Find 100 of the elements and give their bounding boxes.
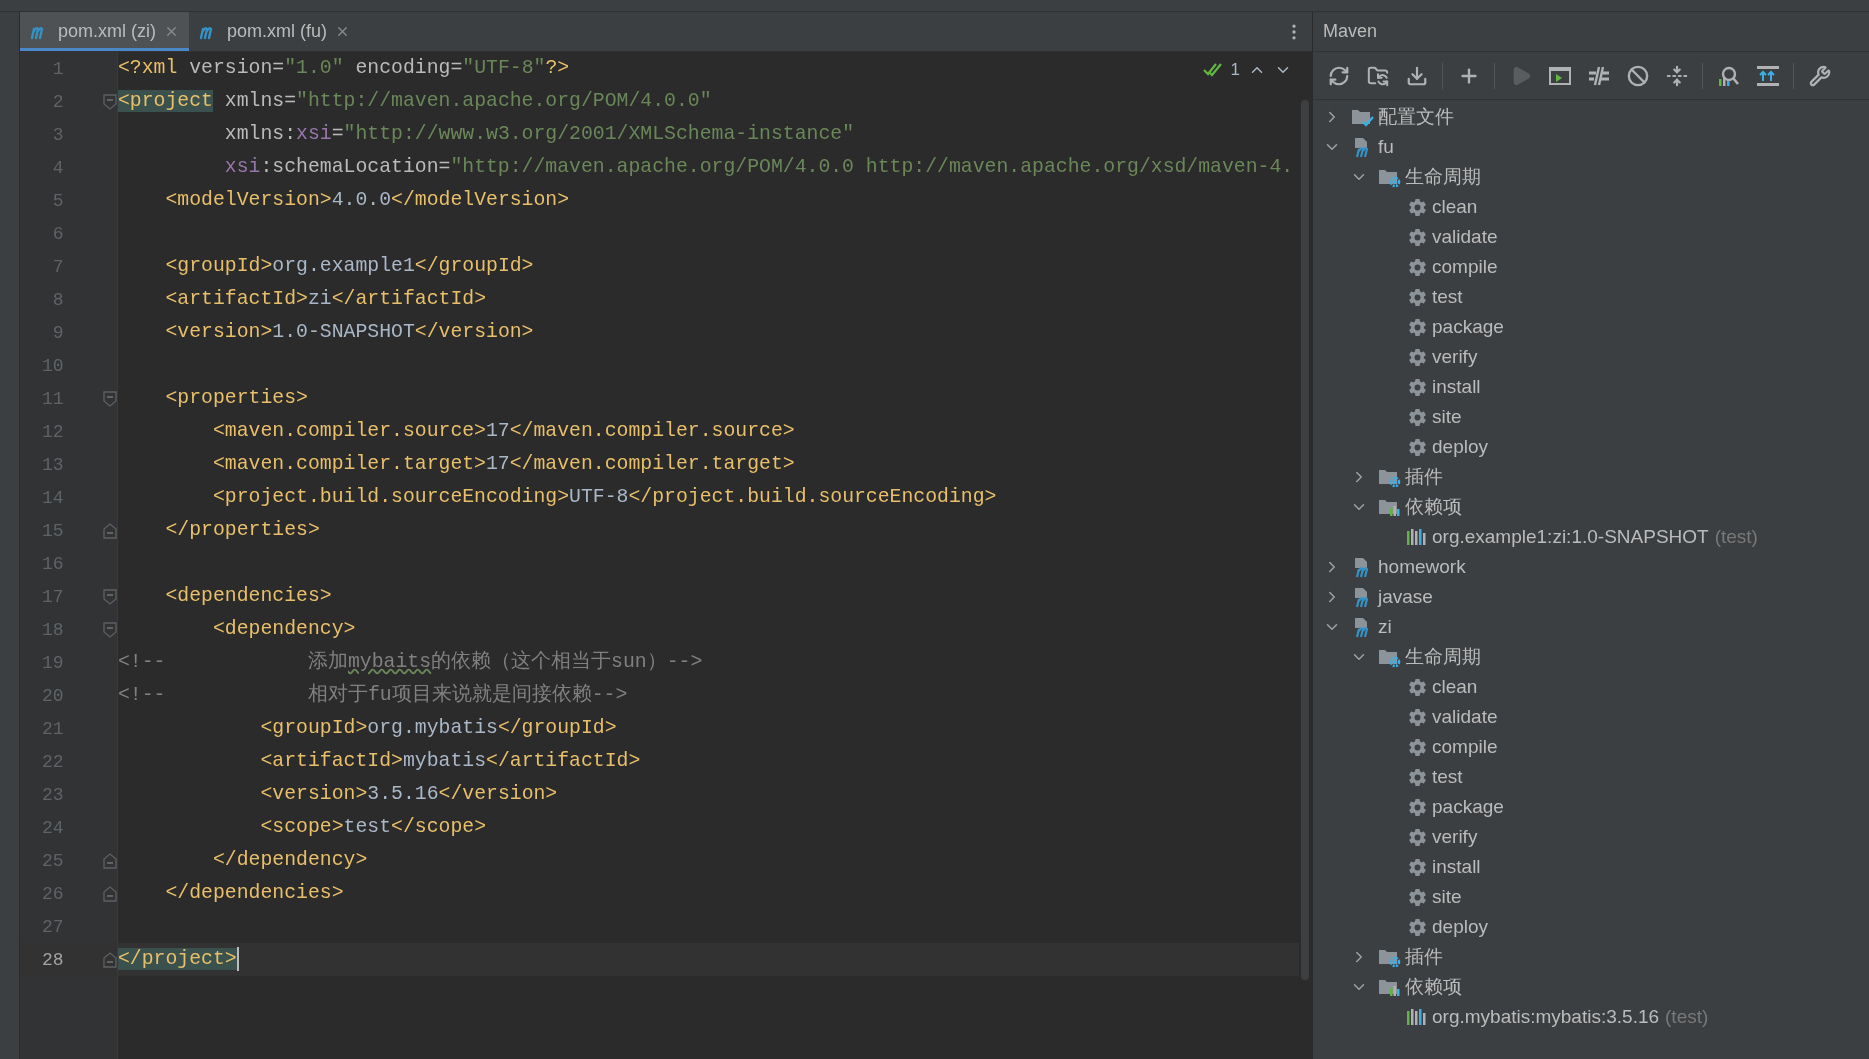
code-line: <!-- 添加mybaits的依赖（这个相当于sun）--> bbox=[118, 649, 703, 675]
code-line: xmlns:xsi="http://www.w3.org/2001/XMLSchema-instance" bbox=[223, 122, 854, 147]
gear-icon bbox=[1407, 767, 1427, 787]
tree-item[interactable]: compile bbox=[1313, 732, 1869, 762]
tree-item[interactable]: install bbox=[1313, 852, 1869, 882]
tree-item[interactable]: install bbox=[1313, 372, 1869, 402]
check-icon[interactable] bbox=[1202, 62, 1223, 78]
tree-item[interactable]: 依赖项 bbox=[1313, 492, 1869, 522]
code-line: <version>1.0-SNAPSHOT</version> bbox=[164, 320, 534, 345]
item-label: test bbox=[1432, 766, 1463, 788]
tree-item[interactable]: package bbox=[1313, 792, 1869, 822]
item-label: package bbox=[1432, 316, 1504, 338]
item-label: org.example1:zi:1.0-SNAPSHOT bbox=[1432, 526, 1709, 548]
item-label: clean bbox=[1432, 676, 1478, 698]
item-label: javase bbox=[1378, 586, 1433, 608]
item-label: 生命周期 bbox=[1405, 645, 1481, 669]
wrench-icon bbox=[1808, 64, 1831, 87]
tree-item[interactable]: test bbox=[1313, 762, 1869, 792]
bar-chart-icon bbox=[1406, 1008, 1428, 1026]
gear-icon bbox=[1407, 257, 1427, 277]
tree-item[interactable]: 插件 bbox=[1313, 942, 1869, 972]
item-label: validate bbox=[1432, 706, 1498, 728]
tree-item[interactable]: 配置文件 bbox=[1313, 102, 1869, 132]
refresh-icon bbox=[1327, 64, 1350, 87]
fold-icon[interactable] bbox=[103, 621, 117, 638]
gear-icon bbox=[1407, 437, 1427, 457]
tree-item[interactable]: org.example1:zi:1.0-SNAPSHOT (test) bbox=[1313, 522, 1869, 552]
tree-item[interactable]: verify bbox=[1313, 342, 1869, 372]
code-line: <modelVersion>4.0.0</modelVersion> bbox=[164, 188, 570, 213]
skip-tests-icon bbox=[1587, 65, 1610, 86]
scope-label: (test) bbox=[1665, 1006, 1709, 1028]
editor-tab[interactable]: pom.xml (zi) bbox=[20, 12, 189, 51]
gear-icon bbox=[1407, 317, 1427, 337]
item-label: 插件 bbox=[1405, 945, 1443, 969]
code-line: <maven.compiler.target>17</maven.compiler.target> bbox=[211, 452, 795, 477]
panel-title: Maven bbox=[1323, 21, 1378, 42]
code-line: <project.build.sourceEncoding>UTF-8</project.build.sourceEncoding> bbox=[211, 485, 997, 510]
tree-item[interactable]: homework bbox=[1313, 552, 1869, 582]
item-label: verify bbox=[1432, 826, 1478, 848]
gear-icon bbox=[1407, 197, 1427, 217]
code-line: </dependency> bbox=[211, 848, 368, 873]
close-icon[interactable] bbox=[335, 24, 350, 39]
collapse-icon bbox=[1665, 64, 1688, 87]
fold-icon[interactable] bbox=[103, 885, 117, 902]
tree-item[interactable]: validate bbox=[1313, 222, 1869, 252]
fold-icon[interactable] bbox=[103, 522, 117, 539]
editor-tab[interactable]: pom.xml (fu) bbox=[189, 12, 360, 51]
tree-item[interactable]: compile bbox=[1313, 252, 1869, 282]
close-icon[interactable] bbox=[164, 24, 179, 39]
gear-icon bbox=[1407, 737, 1427, 757]
gear-icon bbox=[1407, 917, 1427, 937]
tree-item[interactable]: package bbox=[1313, 312, 1869, 342]
tree-item[interactable]: clean bbox=[1313, 192, 1869, 222]
tree-item[interactable]: validate bbox=[1313, 702, 1869, 732]
tree-item[interactable]: javase bbox=[1313, 582, 1869, 612]
fold-icon[interactable] bbox=[103, 951, 117, 968]
code-line: <version>3.5.16</version> bbox=[259, 782, 558, 807]
item-label: install bbox=[1432, 376, 1481, 398]
fold-icon[interactable] bbox=[103, 390, 117, 407]
gear-icon bbox=[1407, 857, 1427, 877]
fold-icon[interactable] bbox=[103, 588, 117, 605]
tree-item[interactable]: verify bbox=[1313, 822, 1869, 852]
code-line: <?xml version="1.0" encoding="UTF-8"?> bbox=[118, 56, 570, 81]
problem-count: 1 bbox=[1230, 60, 1240, 80]
download-icon bbox=[1405, 64, 1428, 87]
gear-icon bbox=[1407, 347, 1427, 367]
code-line: xsi:schemaLocation="http://maven.apache.org/POM/4.0.0 http://maven.apache.org/xsd/maven-4. bbox=[223, 155, 1294, 180]
tree-item[interactable]: org.mybatis:mybatis:3.5.16 (test) bbox=[1313, 1002, 1869, 1032]
fold-icon[interactable] bbox=[103, 852, 117, 869]
tree-item[interactable]: 依赖项 bbox=[1313, 972, 1869, 1002]
gear-icon bbox=[1407, 827, 1427, 847]
tree-item[interactable]: deploy bbox=[1313, 912, 1869, 942]
item-label: package bbox=[1432, 796, 1504, 818]
item-label: compile bbox=[1432, 736, 1498, 758]
gear-icon bbox=[1407, 407, 1427, 427]
tree-item[interactable]: clean bbox=[1313, 672, 1869, 702]
item-label: 插件 bbox=[1405, 465, 1443, 489]
analyze-icon bbox=[1716, 64, 1741, 87]
item-label: org.mybatis:mybatis:3.5.16 bbox=[1432, 1006, 1660, 1028]
item-label: compile bbox=[1432, 256, 1498, 278]
fold-icon[interactable] bbox=[103, 93, 117, 110]
line-number: 28 bbox=[40, 949, 65, 970]
tree-item[interactable]: 生命周期 bbox=[1313, 642, 1869, 672]
tree-item[interactable]: site bbox=[1313, 402, 1869, 432]
tree-item[interactable]: zi bbox=[1313, 612, 1869, 642]
item-label: zi bbox=[1378, 616, 1392, 638]
tree-item[interactable]: deploy bbox=[1313, 432, 1869, 462]
code-line: <dependency> bbox=[211, 617, 356, 642]
tree-item[interactable]: 插件 bbox=[1313, 462, 1869, 492]
tree-item[interactable]: fu bbox=[1313, 132, 1869, 162]
item-label: verify bbox=[1432, 346, 1478, 368]
code-line: <maven.compiler.source>17</maven.compiler.source> bbox=[211, 419, 795, 444]
item-label: 生命周期 bbox=[1405, 165, 1481, 189]
item-label: deploy bbox=[1432, 436, 1488, 458]
gear-icon bbox=[1407, 377, 1427, 397]
code-line: <properties> bbox=[164, 386, 308, 411]
tree-item[interactable]: 生命周期 bbox=[1313, 162, 1869, 192]
tree-item[interactable]: test bbox=[1313, 282, 1869, 312]
tree-item[interactable]: site bbox=[1313, 882, 1869, 912]
tab-label: pom.xml (zi) bbox=[58, 21, 156, 42]
